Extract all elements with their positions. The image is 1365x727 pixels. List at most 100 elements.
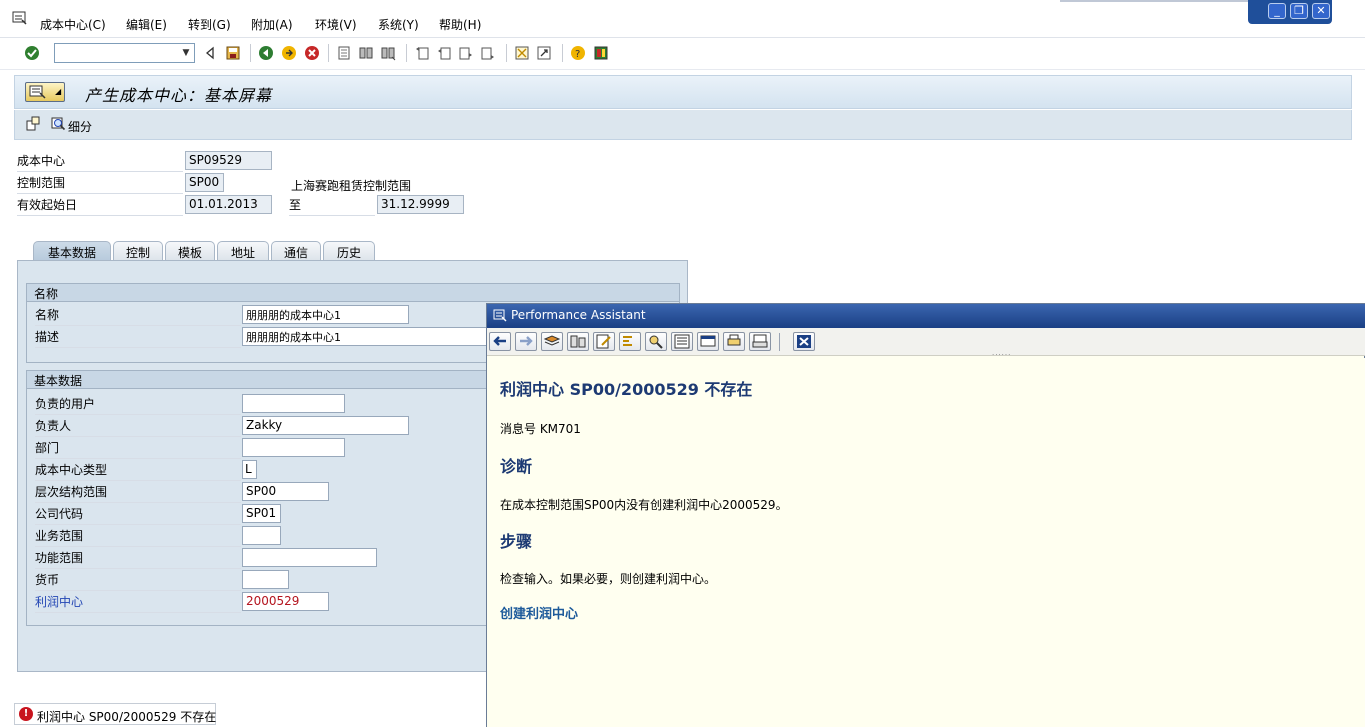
person-responsible-field[interactable]: Zakky	[242, 416, 409, 435]
detail-label: 细分	[68, 120, 93, 134]
display-button[interactable]	[697, 332, 719, 351]
print-icon[interactable]	[336, 45, 352, 61]
diagnosis-text: 在成本控制范围SP00内没有创建利润中心2000529。	[500, 498, 788, 512]
cancel-icon[interactable]	[304, 45, 320, 61]
layout-menu-icon[interactable]	[593, 45, 609, 61]
page-title: 产生成本中心：基本屏幕	[85, 86, 273, 105]
create-profit-center-link[interactable]: 创建利润中心	[500, 603, 578, 622]
menu-environment[interactable]: 环境(V)	[315, 16, 357, 33]
window-edge	[1060, 0, 1250, 2]
printer-icon	[727, 334, 741, 346]
hierarchy-icon[interactable]	[25, 116, 41, 132]
cost-center-category-field[interactable]: L	[242, 460, 257, 479]
menu-extras[interactable]: 附加(A)	[251, 16, 293, 33]
first-page-icon[interactable]	[414, 45, 430, 61]
system-menu-icon[interactable]	[12, 11, 28, 25]
arrow-left-icon	[493, 336, 506, 346]
assistant-title-bar[interactable]: Performance Assistant	[487, 304, 1365, 328]
edit-button[interactable]	[593, 332, 615, 351]
exit-icon[interactable]	[281, 45, 297, 61]
shortcut-icon[interactable]	[536, 45, 552, 61]
assistant-title: Performance Assistant	[511, 308, 646, 322]
print-button[interactable]	[749, 332, 771, 351]
next-page-icon[interactable]	[458, 45, 474, 61]
functional-area-label-row: 功能范围	[35, 549, 241, 569]
currency-field[interactable]	[242, 570, 289, 589]
valid-to-field[interactable]: 31.12.9999	[377, 195, 464, 214]
menu-goto[interactable]: 转到(G)	[188, 16, 231, 33]
tab-control[interactable]: 控制	[113, 241, 163, 261]
error-icon: !	[19, 707, 33, 721]
name-field[interactable]: 朋朋朋的成本中心1	[242, 305, 409, 324]
search-button[interactable]	[645, 332, 667, 351]
glossary-button[interactable]	[619, 332, 641, 351]
forward-button[interactable]	[515, 332, 537, 351]
new-session-icon[interactable]	[514, 45, 530, 61]
find-next-icon[interactable]	[380, 45, 396, 61]
hierarchy-area-field[interactable]: SP00	[242, 482, 329, 501]
last-page-icon[interactable]	[480, 45, 496, 61]
person-responsible-label-row: 负责人	[35, 417, 241, 437]
close-assistant-button[interactable]	[793, 332, 815, 351]
settings-button[interactable]	[567, 332, 589, 351]
steps-heading: 步骤	[500, 532, 533, 551]
back-green-icon[interactable]	[258, 45, 274, 61]
screen-menu-button[interactable]: ◢	[25, 82, 65, 102]
assistant-toolbar: ......	[487, 328, 1365, 357]
resize-handle[interactable]: ......	[992, 349, 1011, 357]
application-toolbar: 细分	[14, 110, 1352, 140]
company-code-label: 公司代码	[35, 507, 84, 521]
status-bar[interactable]: ! 利润中心 SP00/2000529 不存在	[14, 703, 216, 725]
responsible-user-field[interactable]	[242, 394, 345, 413]
cost-center-field[interactable]: SP09529	[185, 151, 272, 170]
search-icon	[649, 335, 663, 349]
tab-address[interactable]: 地址	[217, 241, 269, 261]
business-area-label-row: 业务范围	[35, 527, 241, 547]
valid-from-field[interactable]: 01.01.2013	[185, 195, 272, 214]
menu-system[interactable]: 系统(Y)	[378, 16, 419, 33]
hierarchy-area-label-row: 层次结构范围	[35, 483, 241, 503]
department-field[interactable]	[242, 438, 345, 457]
tab-communication[interactable]: 通信	[271, 241, 321, 261]
names-group-title: 名称	[27, 284, 679, 302]
back-button[interactable]	[489, 332, 511, 351]
menu-edit[interactable]: 编辑(E)	[126, 16, 167, 33]
business-area-field[interactable]	[242, 526, 281, 545]
tab-history[interactable]: 历史	[323, 241, 375, 261]
enter-checkmark-icon[interactable]	[24, 45, 40, 61]
window-menu-icon[interactable]	[493, 309, 507, 322]
find-icon[interactable]	[358, 45, 374, 61]
svg-text:?: ?	[575, 49, 580, 60]
status-message: 利润中心 SP00/2000529 不存在	[37, 710, 217, 724]
chevron-down-icon[interactable]: ▼	[180, 47, 192, 59]
close-icon	[797, 335, 811, 348]
magnifier-icon	[51, 117, 66, 131]
profit-center-field[interactable]: 2000529	[242, 592, 329, 611]
technical-info-button[interactable]	[541, 332, 563, 351]
close-window-button[interactable]: ✕	[1312, 3, 1330, 19]
tab-template[interactable]: 模板	[165, 241, 215, 261]
command-field[interactable]: ▼	[54, 43, 195, 63]
company-code-field[interactable]: SP01	[242, 504, 281, 523]
toolbar-separator	[562, 44, 563, 62]
tab-basic-data[interactable]: 基本数据	[33, 241, 111, 261]
previous-page-icon[interactable]	[436, 45, 452, 61]
menu-cost-center[interactable]: 成本中心(C)	[40, 16, 106, 33]
help-icon[interactable]: ?	[570, 45, 586, 61]
screen-title-bar: ◢ 产生成本中心：基本屏幕	[14, 75, 1352, 109]
restore-button[interactable]: ❐	[1290, 3, 1308, 19]
business-area-label: 业务范围	[35, 529, 84, 543]
functional-area-field[interactable]	[242, 548, 377, 567]
table-of-contents-button[interactable]	[671, 332, 693, 351]
save-icon[interactable]	[225, 45, 241, 61]
print-preview-button[interactable]	[723, 332, 745, 351]
description-field[interactable]: 朋朋朋的成本中心1	[242, 327, 502, 346]
minimize-button[interactable]: _	[1268, 3, 1286, 19]
pencil-icon	[596, 334, 611, 349]
company-code-label-row: 公司代码	[35, 505, 241, 525]
name-label: 名称	[35, 308, 60, 322]
cost-center-label-row: 成本中心	[17, 152, 183, 172]
control-area-field[interactable]: SP00	[185, 173, 224, 192]
back-arrow-icon[interactable]	[202, 45, 218, 61]
menu-help[interactable]: 帮助(H)	[439, 16, 481, 33]
